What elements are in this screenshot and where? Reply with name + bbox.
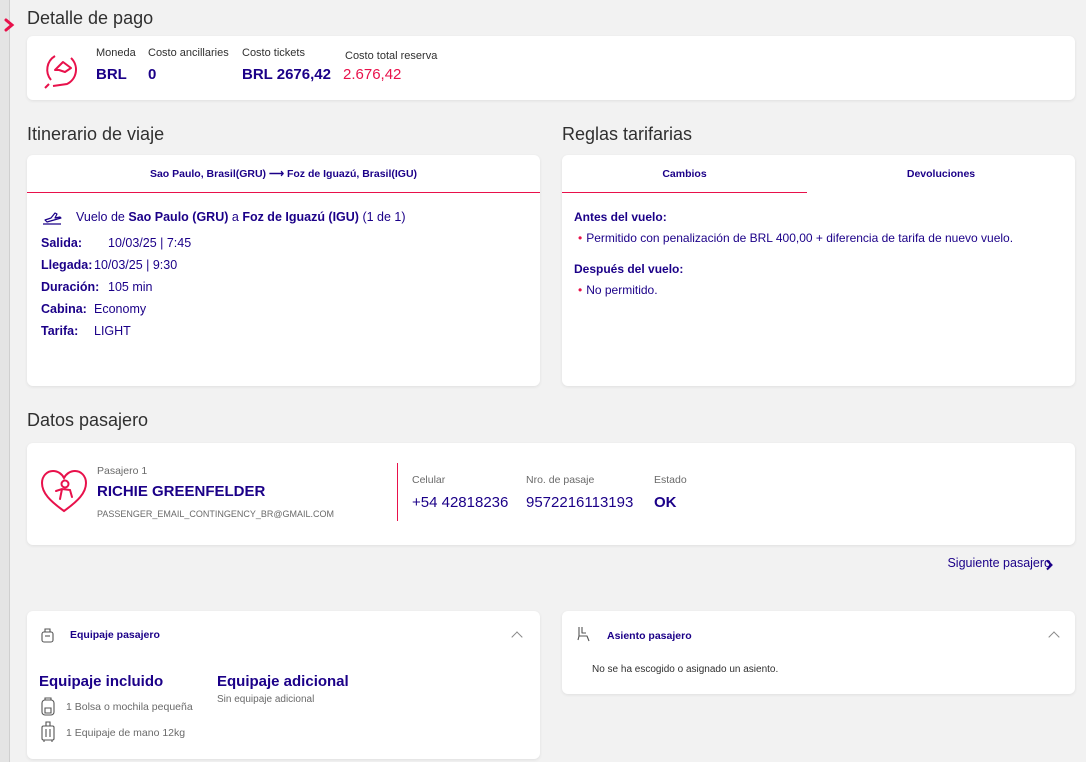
detail-row-duration: Duración: 105 min [41,280,153,294]
seat-text: No se ha escogido o asignado un asiento. [592,664,779,675]
before-title: Antes del vuelo: [574,210,667,224]
chevron-up-icon[interactable] [1048,631,1060,643]
trolley-icon [41,721,55,742]
ticket-label: Nro. de pasaje [526,474,595,486]
flight-origin: Sao Paulo (GRU) [128,210,229,224]
additional-title: Equipaje adicional [217,673,349,690]
tab-active-underline [562,192,807,193]
detail-row-fare: Tarifa: LIGHT [41,324,131,338]
included-title: Equipaje incluido [39,673,164,690]
baggage-card: Equipaje pasajero Equipaje incluido 1 Bo… [27,611,540,759]
route-header: Sao Paulo, Brasil(GRU) ⟶ Foz de Iguazú, … [149,168,418,180]
ancillary-label: Costo ancillaries [148,47,229,59]
left-rail [9,0,10,762]
itinerary-card: Sao Paulo, Brasil(GRU) ⟶ Foz de Iguazú, … [27,155,540,386]
tickets-value: BRL 2676,42 [242,66,331,83]
baggage-title: Equipaje pasajero [70,629,160,641]
detail-row-cabin: Cabina: Economy [41,302,147,316]
passenger-name: RICHIE GREENFELDER [97,483,266,500]
luggage-icon [41,628,54,643]
ticket-value: 9572216113193 [526,494,634,511]
tickets-label: Costo tickets [242,47,305,59]
seat-icon [577,627,590,642]
included-item-1: 1 Bolsa o mochila pequeña [66,701,193,713]
fare-rules-title: Reglas tarifarias [562,124,693,144]
chevron-up-icon[interactable] [511,631,523,643]
currency-value: BRL [96,66,127,83]
ancillary-value: 0 [148,66,157,83]
phone-value: +54 42818236 [412,494,509,511]
additional-text: Sin equipaje adicional [217,694,315,705]
currency-label: Moneda [96,47,136,59]
flight-destination: Foz de Iguazú (IGU) [242,210,359,224]
seat-title: Asiento pasajero [607,630,692,642]
payment-title: Detalle de pago [27,8,154,28]
arrow-right-icon [4,18,15,32]
status-label: Estado [654,474,687,486]
next-passenger-link[interactable]: Siguiente pasajero [947,556,1051,570]
passenger-heart-icon [40,469,88,513]
payment-card: Moneda BRL Costo ancillaries 0 Costo tic… [27,36,1075,100]
passenger-divider [397,463,398,521]
after-item: • No permitido. [578,283,658,297]
passenger-title: Datos pasajero [27,410,149,430]
flight-prefix: Vuelo de [76,210,125,224]
chevron-right-icon[interactable] [1044,559,1054,571]
left-edge [0,0,9,762]
flight-handshake-icon [44,55,77,89]
total-label: Costo total reserva [345,50,438,62]
passenger-email: PASSENGER_EMAIL_CONTINGENCY_BR@GMAIL.COM [97,509,335,519]
detail-row-arrival: Llegada: 10/03/25 | 9:30 [41,258,178,272]
plane-takeoff-icon [43,212,62,225]
detail-row-departure: Salida: 10/03/25 | 7:45 [41,236,192,250]
tab-changes[interactable]: Cambios [562,155,807,192]
included-item-2: 1 Equipaje de mano 12kg [66,727,186,739]
status-value: OK [654,494,677,511]
fare-rules-card: Cambios Devoluciones Antes del vuelo: • P… [562,155,1075,386]
seat-card: Asiento pasajero No se ha escogido o asi… [562,611,1075,694]
itinerary-title: Itinerario de viaje [27,124,165,144]
route-underline [27,192,540,193]
tab-refunds[interactable]: Devoluciones [807,155,1075,192]
after-title: Después del vuelo: [574,262,684,276]
flight-mid: a [231,210,239,224]
phone-label: Celular [412,474,446,486]
flight-line: Vuelo de Sao Paulo (GRU) a Foz de Iguazú… [76,210,406,224]
backpack-icon [41,697,55,716]
next-passenger-label: Siguiente pasajero [947,556,1051,570]
total-value: 2.676,42 [343,66,402,83]
segment-count: (1 de 1) [362,210,406,224]
passenger-label: Pasajero 1 [97,465,148,477]
before-item: • Permitido con penalización de BRL 400,0… [578,231,1014,245]
passenger-card: Pasajero 1 RICHIE GREENFELDER PASSENGER_… [27,443,1075,545]
